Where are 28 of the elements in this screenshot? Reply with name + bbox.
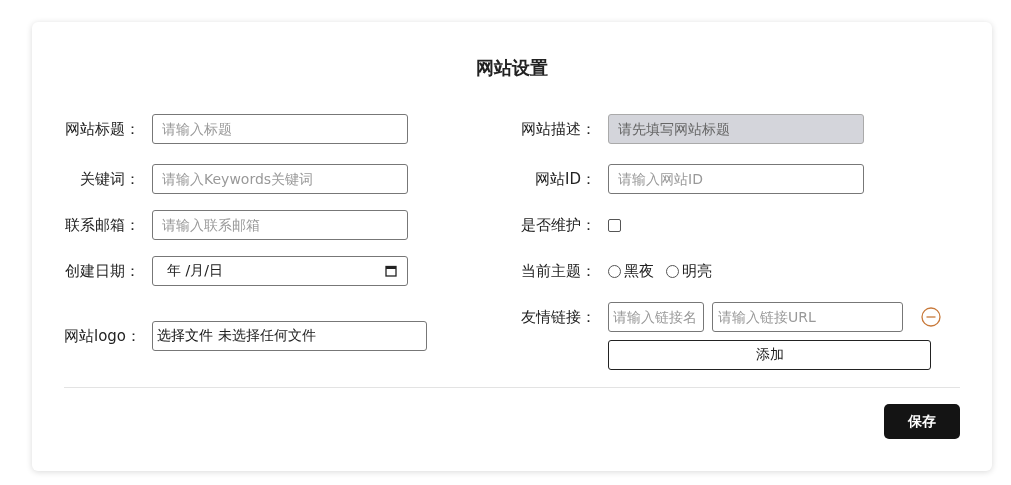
- input-field[interactable]: 请输入联系邮箱: [152, 210, 408, 240]
- field-label: 网站描述：: [520, 119, 596, 140]
- input-field[interactable]: 请输入标题: [152, 114, 408, 144]
- calendar-icon[interactable]: [385, 265, 397, 277]
- remove-icon[interactable]: [921, 307, 941, 327]
- input-field[interactable]: 请输入链接URL: [712, 302, 903, 332]
- field-label: 网站logo：: [64, 326, 140, 347]
- field-label: 关键词：: [79, 169, 140, 190]
- save-button[interactable]: 保存: [884, 404, 960, 439]
- field-label: 联系邮箱：: [64, 215, 140, 236]
- input-field[interactable]: 请输入Keywords关键词: [152, 164, 408, 194]
- radio-label[interactable]: 黑夜: [624, 261, 654, 281]
- field-label: 网站标题：: [64, 119, 140, 140]
- file-field[interactable]: 选择文件 未选择任何文件: [152, 321, 427, 351]
- field-label: 是否维护：: [520, 215, 596, 236]
- field-label: 网站ID：: [534, 169, 596, 190]
- choose-file-button[interactable]: 选择文件: [157, 327, 213, 345]
- radio-label[interactable]: 明亮: [682, 261, 712, 281]
- field-label: 当前主题：: [520, 261, 596, 282]
- field-label: 友情链接：: [520, 307, 596, 328]
- input-field[interactable]: 请输入链接名: [608, 302, 704, 332]
- file-status-text: 未选择任何文件: [218, 327, 316, 345]
- form-title: 网站设置: [475, 56, 549, 80]
- checkbox[interactable]: [608, 218, 621, 232]
- date-field[interactable]: 年 /月/日: [152, 256, 408, 286]
- input-field[interactable]: 请输入网站ID: [608, 164, 864, 194]
- field-label: 创建日期：: [64, 261, 140, 282]
- add-button[interactable]: 添加: [608, 340, 931, 370]
